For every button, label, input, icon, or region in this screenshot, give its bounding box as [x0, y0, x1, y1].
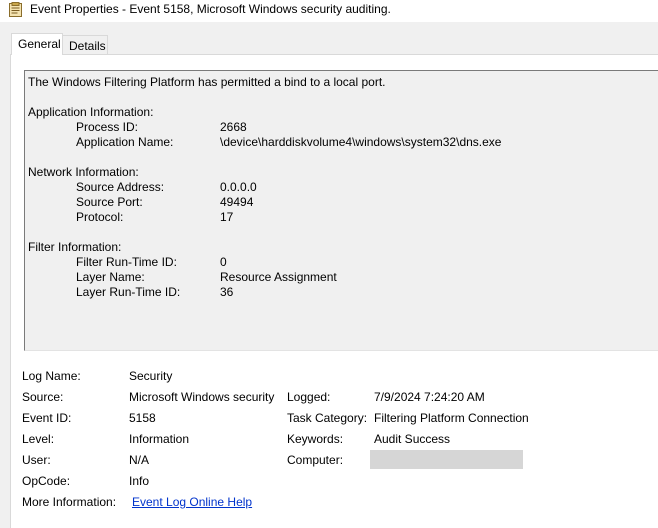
level-value: Information — [129, 432, 190, 446]
computer-label: Computer: — [287, 453, 344, 467]
tab-details[interactable]: Details — [63, 35, 108, 55]
application-name-label: Application Name: — [76, 135, 174, 149]
filter-run-time-id-value: 0 — [220, 255, 227, 269]
source-address-value: 0.0.0.0 — [220, 180, 257, 194]
source-port-label: Source Port: — [76, 195, 143, 209]
source-port-value: 49494 — [220, 195, 254, 209]
log-name-label: Log Name: — [22, 369, 81, 383]
application-name-value: \device\harddiskvolume4\windows\system32… — [220, 135, 502, 149]
window-title: Event Properties - Event 5158, Microsoft… — [30, 2, 391, 16]
layer-name-value: Resource Assignment — [220, 270, 337, 284]
protocol-value: 17 — [220, 210, 234, 224]
event-log-online-help-link[interactable]: Event Log Online Help — [132, 495, 252, 510]
application-information-header: Application Information: — [28, 105, 154, 119]
filter-run-time-id-label: Filter Run-Time ID: — [76, 255, 177, 269]
keywords-label: Keywords: — [287, 432, 344, 446]
process-id-label: Process ID: — [76, 120, 139, 134]
description-summary: The Windows Filtering Platform has permi… — [28, 75, 386, 89]
protocol-label: Protocol: — [76, 210, 124, 224]
source-address-label: Source Address: — [76, 180, 165, 194]
title-bar[interactable]: Event Properties - Event 5158, Microsoft… — [0, 0, 658, 22]
process-id-value: 2668 — [220, 120, 247, 134]
opcode-label: OpCode: — [22, 474, 71, 488]
layer-run-time-id-value: 36 — [220, 285, 234, 299]
logged-value: 7/9/2024 7:24:20 AM — [374, 390, 485, 404]
layer-run-time-id-label: Layer Run-Time ID: — [76, 285, 181, 299]
user-label: User: — [22, 453, 51, 467]
task-category-value: Filtering Platform Connection — [374, 411, 529, 425]
event-id-label: Event ID: — [22, 411, 72, 425]
event-properties-icon — [9, 2, 22, 17]
source-label: Source: — [22, 390, 64, 404]
more-information-label: More Information: — [22, 495, 117, 509]
layer-name-label: Layer Name: — [76, 270, 145, 284]
user-value: N/A — [129, 453, 150, 467]
event-description-box[interactable]: The Windows Filtering Platform has permi… — [24, 70, 658, 351]
event-id-value: 5158 — [129, 411, 156, 425]
keywords-value: Audit Success — [374, 432, 451, 446]
opcode-value: Info — [129, 474, 150, 488]
computer-value-redacted — [370, 450, 523, 469]
level-label: Level: — [22, 432, 55, 446]
task-category-label: Task Category: — [287, 411, 368, 425]
network-information-header: Network Information: — [28, 165, 139, 179]
logged-label: Logged: — [287, 390, 331, 404]
source-value: Microsoft Windows security — [129, 390, 275, 404]
log-name-value: Security — [129, 369, 173, 383]
tab-general[interactable]: General — [11, 33, 63, 55]
filter-information-header: Filter Information: — [28, 240, 122, 254]
